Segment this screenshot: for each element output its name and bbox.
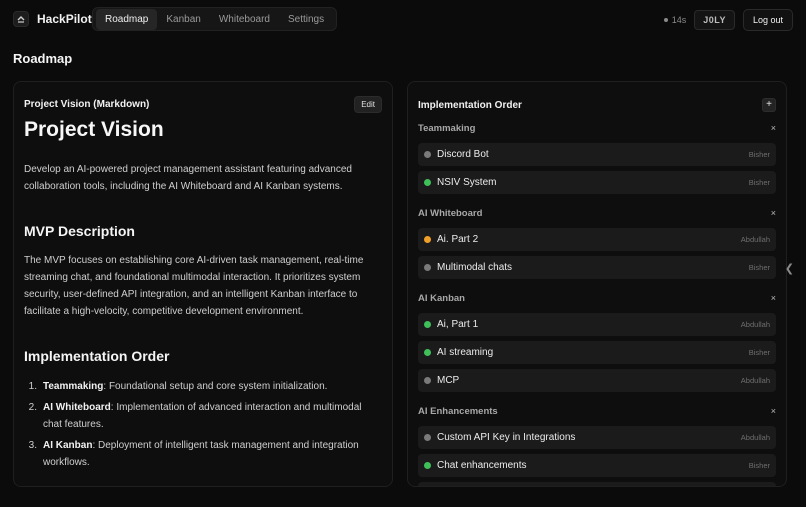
timer-value: 14s (671, 15, 687, 25)
close-icon[interactable]: × (771, 406, 776, 416)
task-row[interactable]: AI streaming Bisher (418, 341, 776, 364)
task-title: Discord Bot (437, 149, 489, 160)
task-group-header: AI Whiteboard × (418, 203, 776, 223)
add-group-button[interactable]: + (762, 98, 776, 112)
task-row[interactable]: Multimodal chats Bisher (418, 256, 776, 279)
task-row[interactable]: Custom API Key in Integrations Abdullah (418, 426, 776, 449)
task-group-header: Teammaking × (418, 118, 776, 138)
page-title: Roadmap (13, 51, 73, 66)
chevron-left-icon[interactable]: ❮ (785, 262, 794, 275)
status-dot-icon (424, 349, 431, 356)
list-item: 3. AI Kanban: Deployment of intelligent … (28, 440, 359, 468)
status-dot-icon (424, 434, 431, 441)
timer: 14s (663, 15, 687, 25)
logout-button[interactable]: Log out (742, 9, 793, 31)
task-title: NSIV System (437, 177, 497, 188)
task-title: AI streaming (437, 347, 494, 358)
task-owner: Bisher (748, 178, 770, 187)
tab-settings[interactable]: Settings (279, 9, 333, 30)
task-row[interactable]: System Prompt LeakBisher (418, 482, 776, 486)
order-panel-title: Implementation Order (418, 99, 522, 111)
task-title: MCP (437, 375, 460, 386)
timer-dot-icon (663, 18, 668, 22)
task-row[interactable]: Chat enhancements Bisher (418, 454, 776, 477)
task-group: Teammaking × Discord Bot Bisher NSIV System B… (408, 118, 786, 194)
mvp-text: The MVP focuses on establishing core AI-… (24, 255, 364, 317)
task-row[interactable]: Ai, Part 1 Abdullah (418, 313, 776, 336)
status-dot-icon (424, 377, 431, 384)
status-dot-icon (424, 264, 431, 271)
room-code-badge[interactable]: J0LY (694, 10, 735, 30)
tab-roadmap[interactable]: Roadmap (96, 8, 158, 30)
task-group-title: AI Kanban (418, 292, 465, 304)
group-list: Teammaking × Discord Bot Bisher NSIV System B… (408, 118, 786, 486)
tab-kanban[interactable]: Kanban (157, 9, 209, 30)
task-title: Chat enhancements (437, 460, 527, 471)
status-dot-icon (424, 179, 431, 186)
task-owner: Bisher (748, 461, 770, 470)
status-dot-icon (424, 236, 431, 243)
task-group-title: AI Whiteboard (418, 207, 483, 219)
app-logo-icon (13, 11, 29, 27)
close-icon[interactable]: × (771, 208, 776, 218)
order-heading: Implementation Order (24, 348, 170, 364)
task-group-title: AI Enhancements (418, 405, 498, 417)
task-owner: Bisher (748, 348, 770, 357)
list-item: 1. Teammaking: Foundational setup and co… (28, 381, 328, 392)
task-owner: Abdullah (740, 376, 770, 385)
task-row[interactable]: Ai. Part 2 Abdullah (418, 228, 776, 251)
status-dot-icon (424, 462, 431, 469)
task-title: Multimodal chats (437, 262, 513, 273)
task-owner: Abdullah (740, 320, 770, 329)
tab-whiteboard[interactable]: Whiteboard (210, 9, 279, 30)
task-group-header: AI Kanban × (418, 288, 776, 308)
mvp-heading: MVP Description (24, 223, 135, 239)
close-icon[interactable]: × (771, 123, 776, 133)
task-title: Custom API Key in Integrations (437, 432, 576, 443)
status-dot-icon (424, 151, 431, 158)
task-group: AI Kanban × Ai, Part 1 Abdullah AI streaming… (408, 288, 786, 392)
close-icon[interactable]: × (771, 293, 776, 303)
implementation-order-panel: Implementation Order + Teammaking × Discor… (407, 81, 787, 487)
toolbar-right: 14s J0LY Log out (663, 9, 793, 31)
task-title: Ai. Part 2 (437, 234, 479, 245)
vision-intro: Develop an AI-powered project management… (24, 164, 352, 192)
task-row[interactable]: NSIV System Bisher (418, 171, 776, 194)
task-owner: Abdullah (740, 235, 770, 244)
list-item: 2. AI Whiteboard: Implementation of adva… (28, 402, 362, 430)
markdown-content: Project Vision Develop an AI-powered pro… (14, 118, 392, 471)
app-title: HackPilot (37, 12, 92, 26)
vision-panel-title: Project Vision (Markdown) (24, 98, 150, 110)
task-owner: Bisher (748, 150, 770, 159)
task-group-title: Teammaking (418, 122, 476, 134)
task-group-header: AI Enhancements × (418, 401, 776, 421)
order-list: 1. Teammaking: Foundational setup and co… (24, 378, 382, 471)
task-owner: Bisher (748, 263, 770, 272)
task-group: AI Whiteboard × Ai. Part 2 Abdullah Multimod… (408, 203, 786, 279)
edit-button[interactable]: Edit (354, 95, 382, 113)
task-owner: Abdullah (740, 433, 770, 442)
task-title: Ai, Part 1 (437, 319, 479, 330)
main-nav: Roadmap Kanban Whiteboard Settings (92, 7, 338, 31)
task-group: AI Enhancements × Custom API Key in Integr… (408, 401, 786, 486)
vision-panel: Project Vision (Markdown) Edit Project V… (13, 81, 393, 487)
status-dot-icon (424, 321, 431, 328)
task-row[interactable]: Discord Bot Bisher (418, 143, 776, 166)
task-row[interactable]: MCP Abdullah (418, 369, 776, 392)
vision-heading: Project Vision (24, 118, 164, 141)
